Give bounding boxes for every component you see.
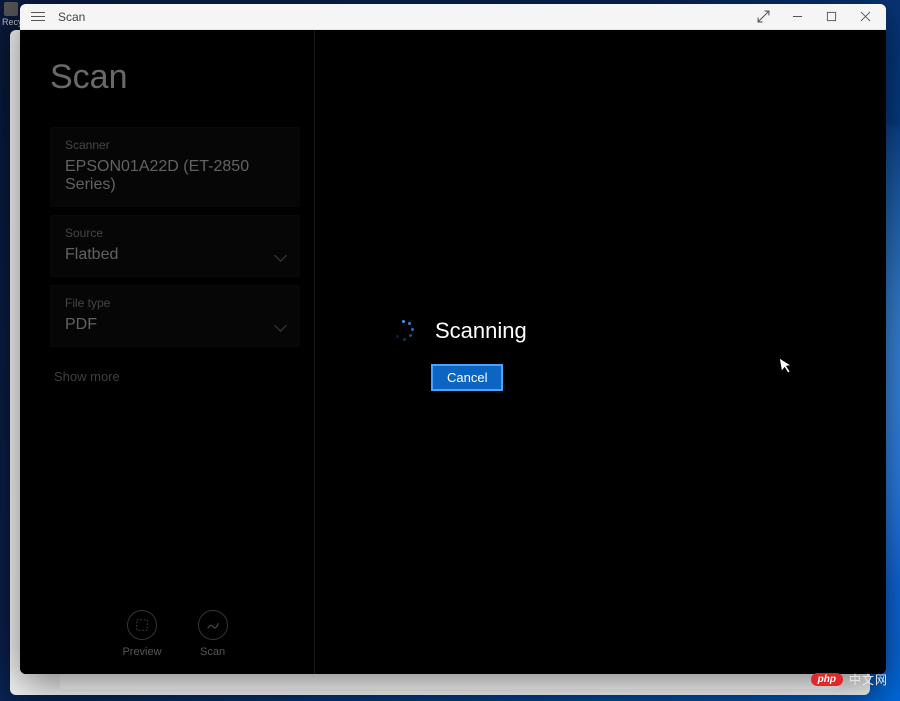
sidebar-actions: Preview Scan [50,610,300,664]
expand-diagonal-button[interactable] [746,4,780,30]
window-body: Scan Scanner EPSON01A22D (ET-2850 Series… [20,30,886,674]
source-dropdown[interactable]: Source Flatbed [50,215,300,277]
desktop-icon-label: Recy... [2,17,20,27]
expand-icon [757,10,770,23]
preview-label: Preview [122,646,161,658]
scan-window: Scan Scan Scanner EPSON01A22D (ET-2850 S… [20,4,886,674]
scanner-value: EPSON01A22D (ET-2850 Series) [65,158,285,194]
watermark: php 中文网 [811,671,888,688]
page-title: Scan [50,58,300,97]
filetype-value: PDF [65,316,285,334]
cancel-button[interactable]: Cancel [431,364,503,391]
window-title: Scan [58,10,85,24]
preview-button[interactable]: Preview [122,610,161,658]
spinner-icon [393,320,415,342]
preview-icon [127,610,157,640]
title-bar: Scan [20,4,886,30]
source-value: Flatbed [65,246,285,264]
settings-sidebar: Scan Scanner EPSON01A22D (ET-2850 Series… [20,30,315,674]
scan-label: Scan [200,646,225,658]
minimize-icon [792,11,803,22]
watermark-badge: php [811,673,843,686]
maximize-icon [826,11,837,22]
close-icon [860,11,871,22]
scan-icon [198,610,228,640]
preview-area: Scanning Cancel [315,30,886,674]
scanner-field[interactable]: Scanner EPSON01A22D (ET-2850 Series) [50,127,300,207]
desktop-icon-recycle[interactable]: Recy... [2,2,20,27]
close-button[interactable] [848,4,882,30]
scan-button[interactable]: Scan [198,610,228,658]
filetype-label: File type [65,296,285,310]
show-more-link[interactable]: Show more [50,355,300,398]
watermark-text: 中文网 [849,671,888,688]
status-text: Scanning [435,318,527,344]
minimize-button[interactable] [780,4,814,30]
filetype-dropdown[interactable]: File type PDF [50,285,300,347]
hamburger-menu-button[interactable] [28,7,48,27]
source-label: Source [65,226,285,240]
recycle-bin-icon [4,2,18,16]
maximize-button[interactable] [814,4,848,30]
scanner-label: Scanner [65,138,285,152]
scanning-progress: Scanning [393,318,527,344]
